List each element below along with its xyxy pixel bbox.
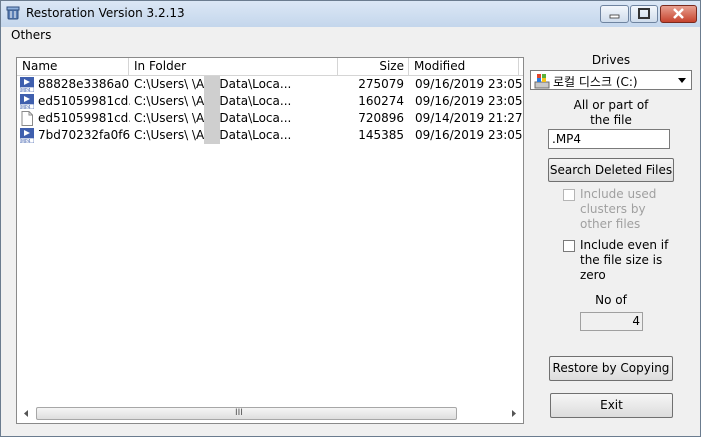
windows-drive-icon: [534, 74, 550, 89]
file-filter-input[interactable]: .MP4: [548, 129, 670, 149]
file-label-line1: All or part of: [573, 98, 649, 112]
restore-by-copying-button[interactable]: Restore by Copying: [549, 356, 673, 381]
drive-select[interactable]: 로컬 디스크 (C:): [530, 70, 692, 90]
close-icon: [673, 8, 684, 19]
include-used-line2: clusters by: [580, 202, 646, 216]
file-label-line2: the file: [590, 113, 632, 127]
mp4-file-icon: MP4: [20, 77, 34, 92]
file-folder: C:\Users\ \AppData\Loca...: [134, 94, 292, 108]
file-folder: C:\Users\ \AppData\Loca...: [134, 77, 292, 91]
column-header-folder[interactable]: In Folder: [129, 58, 338, 75]
svg-text:MP4: MP4: [21, 88, 31, 93]
include-zero-size-checkbox[interactable]: [563, 240, 575, 252]
file-modified: 09/16/2019 23:05: [415, 128, 523, 142]
drive-selected: 로컬 디스크 (C:): [553, 75, 638, 89]
include-zero-line3: zero: [580, 268, 606, 282]
no-of-value: 4: [580, 312, 643, 331]
file-modified: 09/16/2019 23:05: [415, 94, 523, 108]
include-zero-line1: Include even if: [580, 238, 669, 252]
mp4-file-icon: MP4: [20, 128, 34, 143]
file-size: 720896: [358, 111, 404, 125]
redaction-mask: [204, 93, 220, 110]
scroll-right-icon[interactable]: [505, 405, 522, 422]
column-header-modified[interactable]: Modified: [409, 58, 519, 75]
app-window: Restoration Version 3.2.13 Others Name I…: [0, 0, 701, 437]
svg-text:MP4: MP4: [21, 105, 31, 110]
redaction-mask: [204, 76, 220, 93]
list-header: Name In Folder Size Modified: [17, 58, 523, 76]
file-list[interactable]: Name In Folder Size Modified MP4 88828e3…: [16, 57, 524, 424]
menu-bar: Others: [1, 27, 700, 45]
file-name: 88828e3386a0...: [38, 77, 130, 91]
file-name: ed51059981cd...: [38, 94, 130, 108]
svg-text:MP4: MP4: [21, 139, 31, 144]
blank-file-icon: [21, 111, 33, 126]
include-used-line1: Include used: [580, 187, 657, 201]
maximize-icon: [638, 8, 650, 19]
include-used-checkbox[interactable]: [563, 189, 575, 201]
close-button[interactable]: [660, 5, 697, 23]
include-used-line3: other files: [580, 217, 641, 231]
list-item[interactable]: MP4 88828e3386a0... C:\Users\ \AppData\L…: [17, 76, 523, 93]
file-modified: 09/14/2019 21:27: [415, 111, 523, 125]
scroll-grip: III: [235, 408, 243, 418]
no-of-label: No of: [595, 293, 627, 307]
file-folder: C:\Users\ \AppData\Loca...: [134, 111, 292, 125]
maximize-button[interactable]: [630, 5, 658, 23]
file-name: 7bd70232fa0f6...: [38, 128, 130, 142]
file-size: 275079: [358, 77, 404, 91]
file-modified: 09/16/2019 23:05: [415, 77, 523, 91]
include-zero-line2: the file size is: [580, 253, 663, 267]
title-bar[interactable]: Restoration Version 3.2.13: [1, 1, 700, 27]
chevron-down-icon[interactable]: [675, 73, 689, 87]
search-deleted-files-button[interactable]: Search Deleted Files: [548, 158, 674, 182]
file-size: 160274: [358, 94, 404, 108]
list-item[interactable]: ed51059981cd... C:\Users\ \AppData\Loca.…: [17, 110, 523, 127]
exit-button[interactable]: Exit: [550, 393, 673, 418]
menu-others[interactable]: Others: [11, 28, 51, 42]
horizontal-scrollbar[interactable]: III: [18, 405, 522, 422]
file-name: ed51059981cd...: [38, 111, 130, 125]
list-item[interactable]: MP4 ed51059981cd... C:\Users\ \AppData\L…: [17, 93, 523, 110]
recycle-app-icon: [6, 6, 20, 20]
redaction-mask: [204, 110, 220, 127]
mp4-file-icon: MP4: [20, 94, 34, 109]
minimize-icon: [609, 14, 620, 19]
file-folder: C:\Users\ \AppData\Loca...: [134, 128, 292, 142]
file-size: 145385: [358, 128, 404, 142]
minimize-button[interactable]: [600, 5, 629, 23]
column-header-name[interactable]: Name: [17, 58, 129, 75]
window-title: Restoration Version 3.2.13: [26, 6, 185, 20]
drives-label: Drives: [591, 53, 631, 67]
scroll-left-icon[interactable]: [18, 405, 35, 422]
scroll-thumb[interactable]: III: [36, 407, 457, 420]
column-header-size[interactable]: Size: [338, 58, 409, 75]
list-item[interactable]: MP4 7bd70232fa0f6... C:\Users\ \AppData\…: [17, 127, 523, 144]
redaction-mask: [204, 127, 220, 144]
